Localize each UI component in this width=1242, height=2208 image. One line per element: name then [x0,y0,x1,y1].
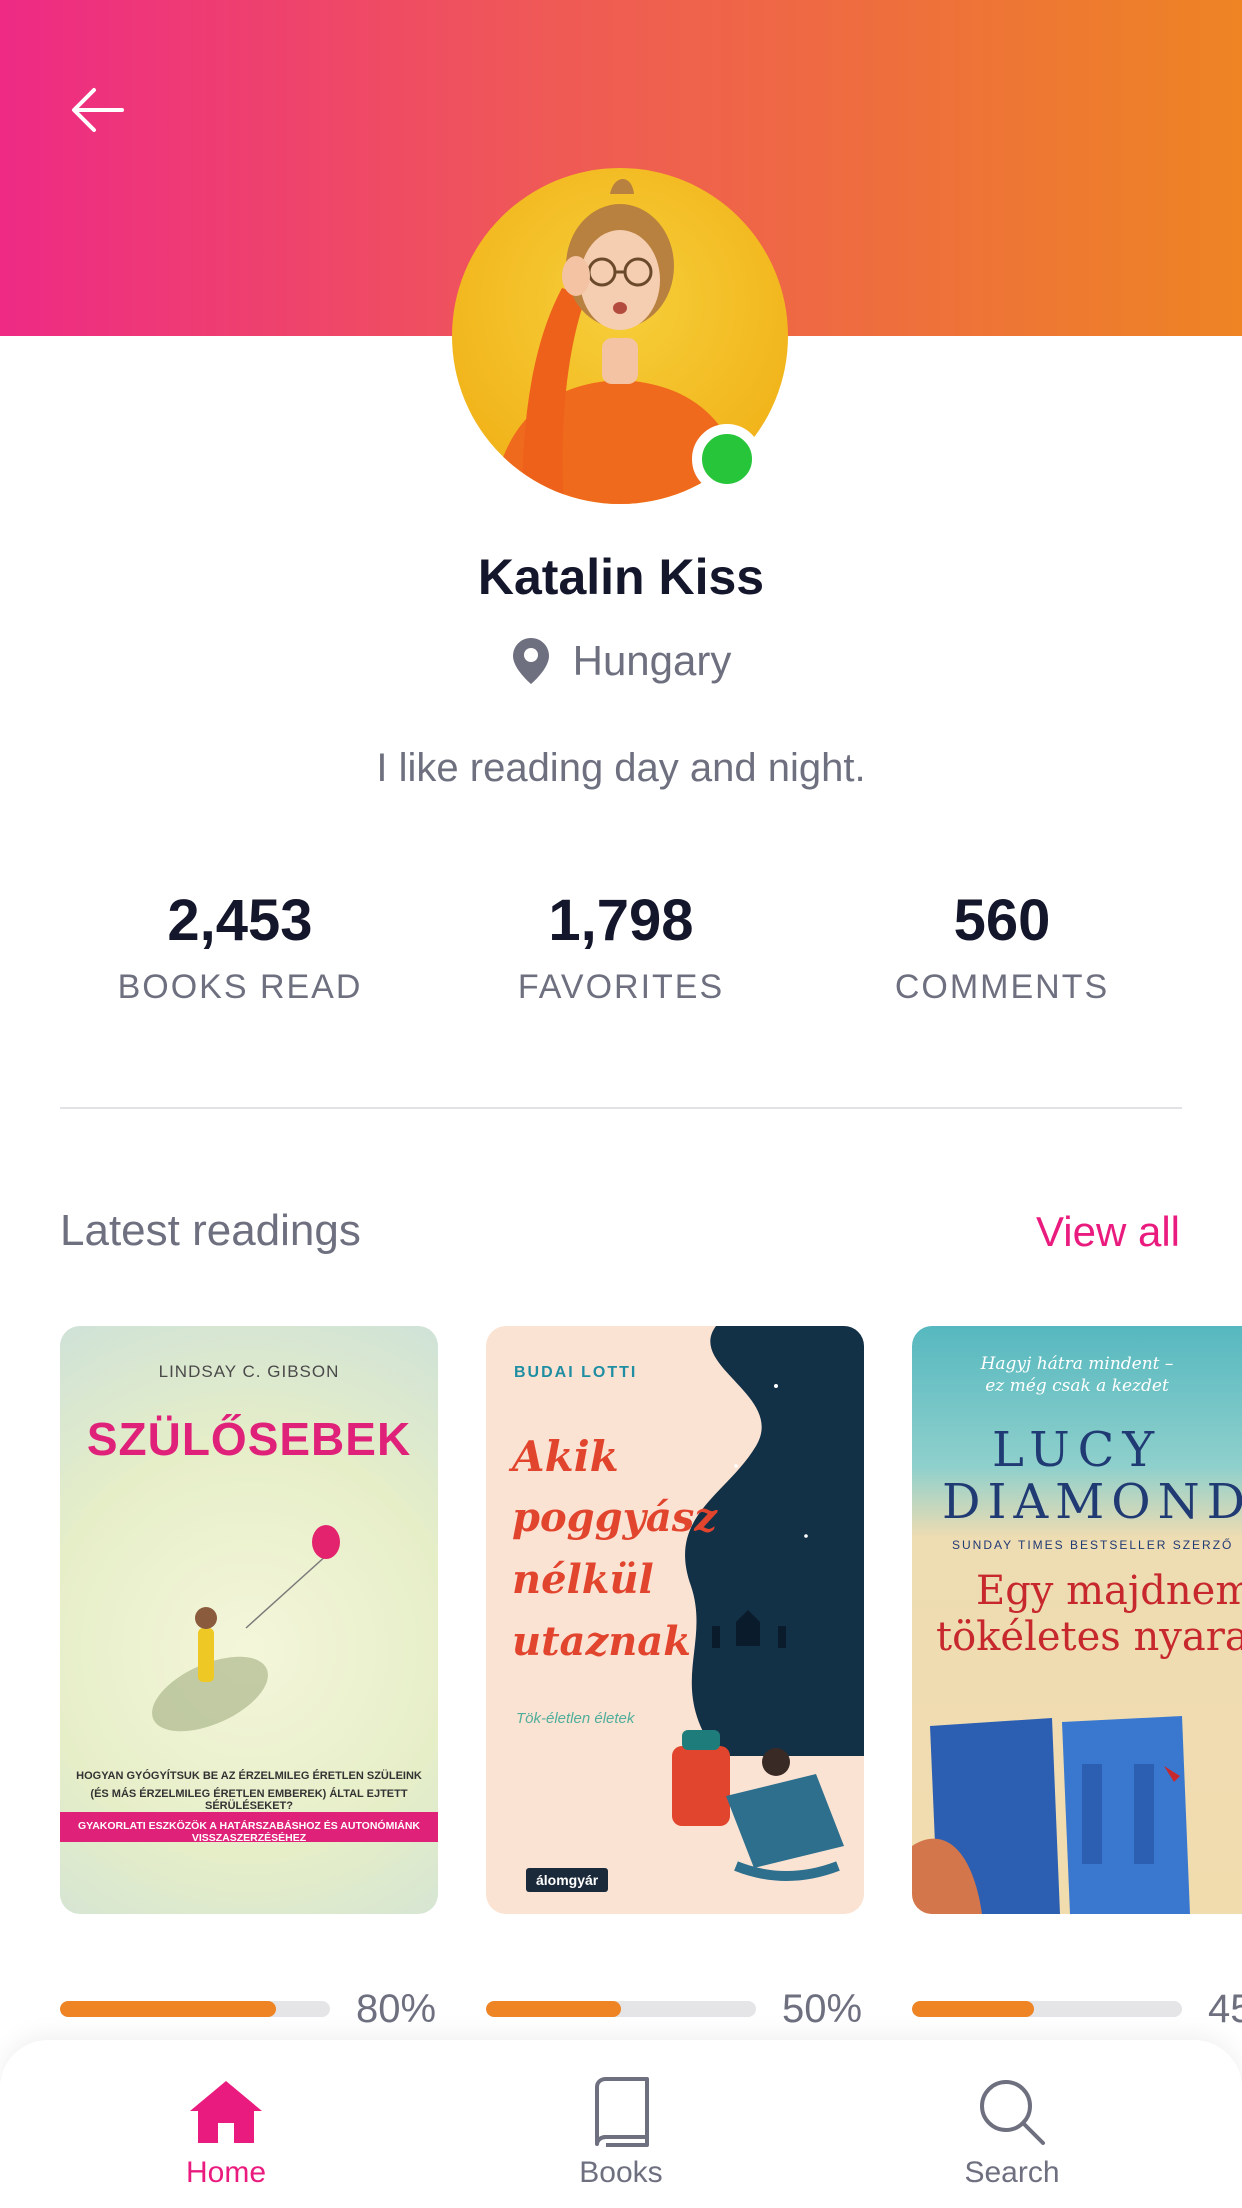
book-card[interactable]: LINDSAY C. GIBSON SZÜLŐSEBEK HOGYAN GYÓG… [60,1326,438,2031]
progress-track [912,2001,1182,2017]
book-card[interactable]: BUDAI LOTTI Akik poggyász nélkül utaznak… [486,1326,864,2031]
progress-percent: 50% [782,1986,863,2031]
search-icon [980,2080,1045,2145]
cover-banner-text: GYAKORLATI ESZKÖZÖK A HATÁRSZABÁSHOZ ÉS … [77,1820,421,1844]
stat-books-read[interactable]: 2,453 BOOKS READ [60,886,420,1007]
progress-track [486,2001,756,2017]
profile-avatar [452,168,788,504]
nav-item-home[interactable]: Home [126,2074,326,2190]
location-text: Hungary [572,637,732,684]
reading-progress: 45% [912,1984,1242,2034]
book-icon [595,2077,649,2147]
book-card[interactable]: Hagyj hátra mindent – ez még csak a kezd… [912,1326,1242,2046]
cover-title-line: poggyász [512,1494,717,1541]
profile-name: Katalin Kiss [477,549,765,605]
book-cover[interactable]: Hagyj hátra mindent – ez még csak a kezd… [912,1326,1242,1914]
cover-illustration [912,1716,1190,1914]
latest-readings-title: Latest readings [60,1206,361,1255]
profile-stats: 2,453 BOOKS READ 1,798 FAVORITES 560 COM… [0,886,1242,1016]
cover-publisher: álomgyár [526,1868,609,1892]
stat-comments[interactable]: 560 COMMENTS [822,886,1182,1007]
cover-author: BUDAI LOTTI [514,1364,638,1381]
cover-series: Tök-életlen életek [516,1710,635,1727]
stat-favorites[interactable]: 1,798 FAVORITES [441,886,801,1007]
back-button[interactable] [60,72,136,148]
stat-value: 2,453 [167,888,313,953]
section-divider [60,1107,1182,1109]
progress-fill [486,2001,621,2017]
cover-subtitle: (ÉS MÁS ÉRZELMILEG ÉRETLEN EMBEREK) ÁLTA… [90,1788,408,1812]
progress-percent: 45% [1208,1986,1242,2031]
nav-label: Search [964,2156,1060,2189]
stat-label: BOOKS READ [117,968,363,1006]
stat-value: 560 [953,888,1051,953]
stat-label: COMMENTS [894,968,1110,1006]
nav-item-books[interactable]: Books [521,2074,721,2190]
bottom-navigation: Home Books Search [0,2040,1242,2208]
online-status-indicator [692,424,762,494]
reading-progress: 80% [60,1984,480,2034]
profile-bio: I like reading day and night. [376,746,866,790]
reading-progress: 50% [486,1984,906,2034]
cover-subtitle: HOGYAN GYÓGYÍTSUK BE AZ ÉRZELMILEG ÉRETL… [76,1770,422,1782]
nav-item-search[interactable]: Search [912,2074,1112,2190]
arrow-left-icon [72,88,124,132]
profile-location: Hungary [0,636,1242,686]
nav-label: Books [579,2156,663,2189]
book-cover[interactable]: LINDSAY C. GIBSON SZÜLŐSEBEK HOGYAN GYÓG… [60,1326,438,1914]
progress-track [60,2001,330,2017]
book-cover[interactable]: BUDAI LOTTI Akik poggyász nélkül utaznak… [486,1326,864,1914]
progress-fill [912,2001,1034,2017]
view-all-link[interactable]: View all [1036,1208,1180,1256]
location-pin-icon [512,638,549,684]
cover-title-line: Akik [512,1432,619,1481]
home-icon [190,2081,262,2143]
cover-title-line: utaznak [512,1618,691,1665]
progress-fill [60,2001,276,2017]
cover-title-line: nélkül [512,1556,654,1603]
nav-label: Home [185,2156,267,2189]
stat-label: FAVORITES [517,968,725,1006]
progress-percent: 80% [356,1986,437,2031]
stat-value: 1,798 [548,888,694,953]
